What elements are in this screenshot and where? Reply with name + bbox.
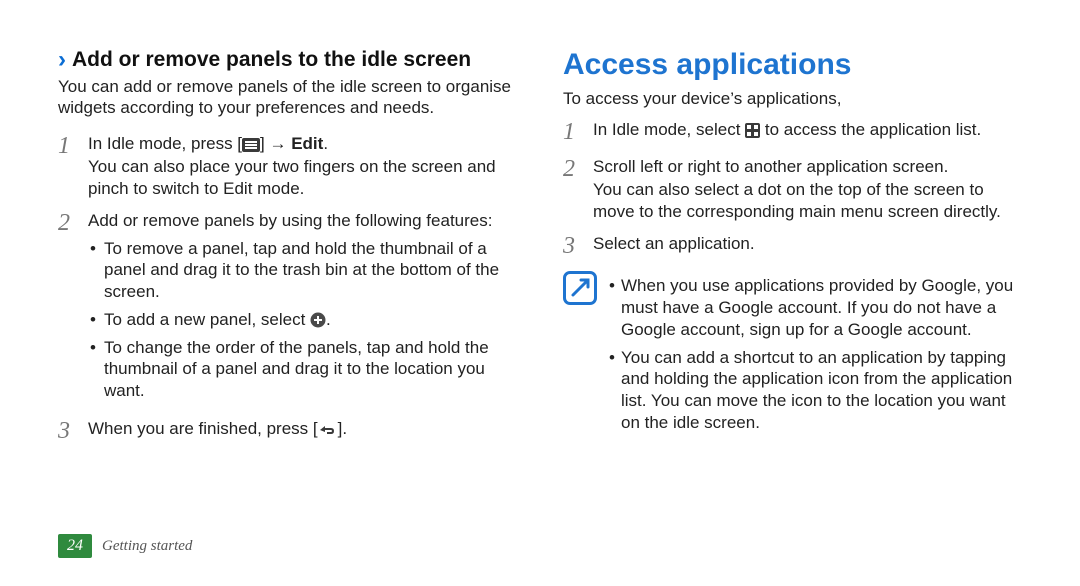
- step-number: 3: [563, 233, 593, 259]
- step-text-b: ].: [338, 419, 347, 438]
- step-then: You can also place your two fingers on t…: [88, 156, 517, 200]
- plus-circle-icon: [310, 312, 326, 328]
- step2-bullets: To remove a panel, tap and hold the thum…: [88, 238, 517, 402]
- step-text-a: When you are finished, press [: [88, 419, 318, 438]
- right-intro: To access your device’s applications,: [563, 88, 1022, 109]
- right-step-3: 3 Select an application.: [563, 233, 1022, 259]
- bullet-add-pre: To add a new panel, select: [104, 310, 310, 329]
- right-step-2: 2 Scroll left or right to another applic…: [563, 156, 1022, 223]
- step-text-a: In Idle mode, press [: [88, 134, 242, 153]
- step-text: Add or remove panels by using the follow…: [88, 211, 492, 230]
- manual-page: › Add or remove panels to the idle scree…: [0, 0, 1080, 586]
- step-text-b: ] →: [260, 134, 291, 153]
- left-heading-text: Add or remove panels to the idle screen: [72, 48, 471, 72]
- step-number: 2: [58, 210, 88, 408]
- step-body: Select an application.: [593, 233, 755, 259]
- step-body: Add or remove panels by using the follow…: [88, 210, 517, 408]
- section-name: Getting started: [102, 538, 192, 555]
- step-text-a: In Idle mode, select: [593, 120, 745, 139]
- left-column: › Add or remove panels to the idle scree…: [58, 48, 517, 454]
- left-intro: You can add or remove panels of the idle…: [58, 76, 517, 119]
- apps-grid-icon: [745, 123, 760, 138]
- right-column: Access applications To access your devic…: [563, 48, 1022, 454]
- page-number: 24: [58, 534, 92, 558]
- step-number: 1: [563, 119, 593, 145]
- step-then: You can also select a dot on the top of …: [593, 179, 1022, 223]
- step-text-b: to access the application list.: [760, 120, 981, 139]
- note-icon: [563, 271, 597, 305]
- two-columns: › Add or remove panels to the idle scree…: [58, 48, 1022, 454]
- menu-key-icon: [242, 138, 260, 152]
- edit-bold: Edit: [291, 134, 323, 153]
- step-body: When you are finished, press [].: [88, 418, 347, 444]
- step-text: Scroll left or right to another applicat…: [593, 157, 948, 176]
- step-text: Select an application.: [593, 234, 755, 253]
- note-block: When you use applications provided by Go…: [563, 269, 1022, 439]
- chevron-icon: ›: [58, 48, 66, 72]
- step-number: 1: [58, 133, 88, 200]
- step-body: In Idle mode, select to access the appli…: [593, 119, 981, 145]
- bullet-add: To add a new panel, select .: [88, 309, 517, 331]
- right-heading: Access applications: [563, 48, 1022, 82]
- left-steps: 1 In Idle mode, press [ ] → Edit. You can…: [58, 133, 517, 445]
- left-subheading: › Add or remove panels to the idle scree…: [58, 48, 517, 72]
- left-step-2: 2 Add or remove panels by using the foll…: [58, 210, 517, 408]
- page-footer: 24 Getting started: [58, 534, 192, 558]
- right-steps: 1 In Idle mode, select to access the app…: [563, 119, 1022, 259]
- step-body: Scroll left or right to another applicat…: [593, 156, 1022, 223]
- step-number: 3: [58, 418, 88, 444]
- bullet-remove: To remove a panel, tap and hold the thum…: [88, 238, 517, 303]
- note-bullet-2: You can add a shortcut to an application…: [607, 347, 1022, 434]
- back-key-icon: [318, 423, 338, 437]
- note-bullets: When you use applications provided by Go…: [607, 275, 1022, 433]
- left-step-1: 1 In Idle mode, press [ ] → Edit. You can…: [58, 133, 517, 200]
- bullet-add-post: .: [326, 310, 331, 329]
- right-step-1: 1 In Idle mode, select to access the app…: [563, 119, 1022, 145]
- bullet-reorder: To change the order of the panels, tap a…: [88, 337, 517, 402]
- note-body: When you use applications provided by Go…: [607, 269, 1022, 439]
- step-body: In Idle mode, press [ ] → Edit. You can a…: [88, 133, 517, 200]
- step-text-c: .: [323, 134, 328, 153]
- step-number: 2: [563, 156, 593, 223]
- note-bullet-1: When you use applications provided by Go…: [607, 275, 1022, 340]
- left-step-3: 3 When you are finished, press [].: [58, 418, 517, 444]
